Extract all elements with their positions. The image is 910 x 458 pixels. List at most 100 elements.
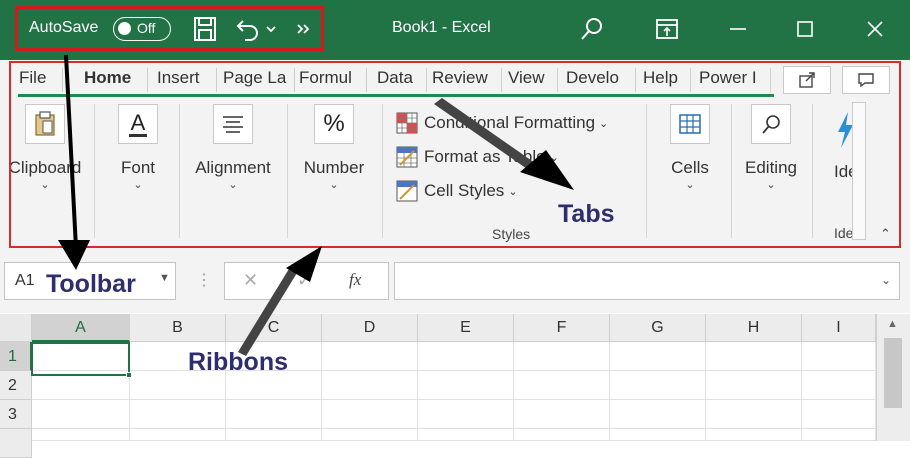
grid-cell[interactable] — [322, 400, 418, 429]
cancel-icon[interactable]: ✕ — [243, 270, 258, 291]
fill-handle[interactable] — [126, 372, 132, 378]
vertical-scrollbar[interactable]: ▲ — [876, 314, 910, 441]
grid-cell[interactable] — [322, 429, 418, 441]
grid-cell[interactable] — [514, 342, 610, 371]
column-header[interactable]: C — [226, 314, 322, 342]
clipboard-group[interactable]: Clipboard ⌄ — [2, 104, 88, 191]
autosave-toggle[interactable]: Off — [113, 17, 171, 41]
undo-icon[interactable] — [234, 14, 262, 44]
minimize-icon[interactable] — [723, 14, 753, 44]
grid-cell[interactable] — [32, 371, 130, 400]
row-header-partial[interactable] — [0, 429, 32, 458]
grid-cell[interactable] — [226, 400, 322, 429]
undo-dropdown-icon[interactable] — [264, 14, 278, 44]
column-header[interactable]: E — [418, 314, 514, 342]
row-header[interactable]: 1 — [0, 342, 32, 371]
tab-page-layout[interactable]: Page La — [223, 68, 295, 92]
grid-cell[interactable] — [610, 429, 706, 441]
ribbon-display-icon[interactable] — [652, 14, 682, 44]
chevron-down-icon[interactable]: ⌄ — [881, 273, 891, 287]
formula-input[interactable]: ⌄ — [394, 262, 900, 300]
share-icon[interactable] — [783, 66, 831, 94]
grid-cell[interactable] — [802, 371, 876, 400]
number-group[interactable]: % Number ⌄ — [294, 104, 374, 191]
grid-cell[interactable] — [418, 342, 514, 371]
grid-cell[interactable] — [802, 400, 876, 429]
cells-group[interactable]: Cells ⌄ — [660, 104, 720, 191]
grid-cell[interactable] — [418, 429, 514, 441]
editing-group[interactable]: Editing ⌄ — [738, 104, 804, 191]
select-all-corner[interactable] — [0, 314, 32, 342]
chevron-down-icon: ⌄ — [40, 179, 50, 191]
font-label: Font — [120, 158, 156, 177]
insert-function-icon[interactable]: fx — [349, 270, 361, 290]
editing-label: Editing — [745, 158, 797, 177]
row-header[interactable]: 3 — [0, 400, 32, 429]
chevron-down-icon: ⌄ — [329, 179, 339, 191]
tab-data[interactable]: Data — [377, 68, 427, 92]
grid-cell[interactable] — [32, 429, 130, 441]
tab-insert[interactable]: Insert — [157, 68, 217, 92]
comments-icon[interactable] — [842, 66, 890, 94]
grid-cell[interactable] — [514, 371, 610, 400]
grid-cell[interactable] — [32, 342, 130, 371]
tab-home[interactable]: Home — [84, 68, 148, 92]
grid-cell[interactable] — [418, 371, 514, 400]
column-header[interactable]: B — [130, 314, 226, 342]
grid-cell[interactable] — [706, 400, 802, 429]
group-separator — [731, 104, 732, 238]
ribbon-scrollbar[interactable] — [852, 102, 866, 240]
row-header[interactable]: 2 — [0, 371, 32, 400]
tab-developer[interactable]: Develo — [566, 68, 636, 92]
grid-cell[interactable] — [610, 342, 706, 371]
alignment-label: Alignment — [195, 158, 271, 177]
column-header[interactable]: D — [322, 314, 418, 342]
grid-cell[interactable] — [610, 400, 706, 429]
grid-cell[interactable] — [418, 400, 514, 429]
customize-qat-icon[interactable] — [294, 14, 314, 44]
column-header[interactable]: A — [32, 314, 130, 342]
close-icon[interactable] — [860, 14, 890, 44]
grid-cell[interactable] — [706, 429, 802, 441]
grid-cell[interactable] — [706, 371, 802, 400]
alignment-group[interactable]: Alignment ⌄ — [186, 104, 280, 191]
grid-cell[interactable] — [610, 371, 706, 400]
column-header[interactable]: F — [514, 314, 610, 342]
tab-help[interactable]: Help — [643, 68, 691, 92]
conditional-formatting-button[interactable]: Conditional Formatting ⌄ — [396, 111, 608, 135]
grid-cell[interactable] — [514, 429, 610, 441]
tab-power-pivot[interactable]: Power I — [699, 68, 771, 92]
grid-cell[interactable] — [802, 429, 876, 441]
grid-cell[interactable] — [130, 429, 226, 441]
grid-cell[interactable] — [514, 400, 610, 429]
formula-buttons: ✕ ✓ fx — [224, 262, 389, 300]
enter-icon[interactable]: ✓ — [297, 270, 312, 291]
grid-cell[interactable] — [226, 429, 322, 441]
collapse-ribbon-icon[interactable]: ⌃ — [880, 226, 891, 242]
group-separator — [382, 104, 383, 238]
tab-review[interactable]: Review — [432, 68, 502, 92]
more-options-icon[interactable]: ⋮ — [196, 270, 212, 290]
grid-cell[interactable] — [32, 400, 130, 429]
tab-formulas[interactable]: Formul — [299, 68, 367, 92]
column-header[interactable]: H — [706, 314, 802, 342]
tab-file[interactable]: File — [19, 68, 63, 92]
search-icon[interactable] — [577, 14, 607, 44]
grid-cell[interactable] — [322, 371, 418, 400]
cell-styles-button[interactable]: Cell Styles ⌄ — [396, 179, 518, 203]
grid-cell[interactable] — [706, 342, 802, 371]
maximize-icon[interactable] — [790, 14, 820, 44]
chevron-down-icon: ⌄ — [599, 117, 609, 130]
column-header[interactable]: G — [610, 314, 706, 342]
scroll-thumb[interactable] — [884, 338, 902, 408]
scroll-up-icon[interactable]: ▲ — [887, 318, 898, 330]
format-as-table-button[interactable]: Format as Table ⌄ — [396, 145, 559, 169]
tab-view[interactable]: View — [508, 68, 558, 92]
column-header[interactable]: I — [802, 314, 876, 342]
grid-cell[interactable] — [322, 342, 418, 371]
save-icon[interactable] — [191, 14, 219, 44]
chevron-down-icon[interactable]: ▼ — [159, 272, 170, 284]
font-group[interactable]: A Font ⌄ — [104, 104, 172, 191]
grid-cell[interactable] — [130, 400, 226, 429]
grid-cell[interactable] — [802, 342, 876, 371]
